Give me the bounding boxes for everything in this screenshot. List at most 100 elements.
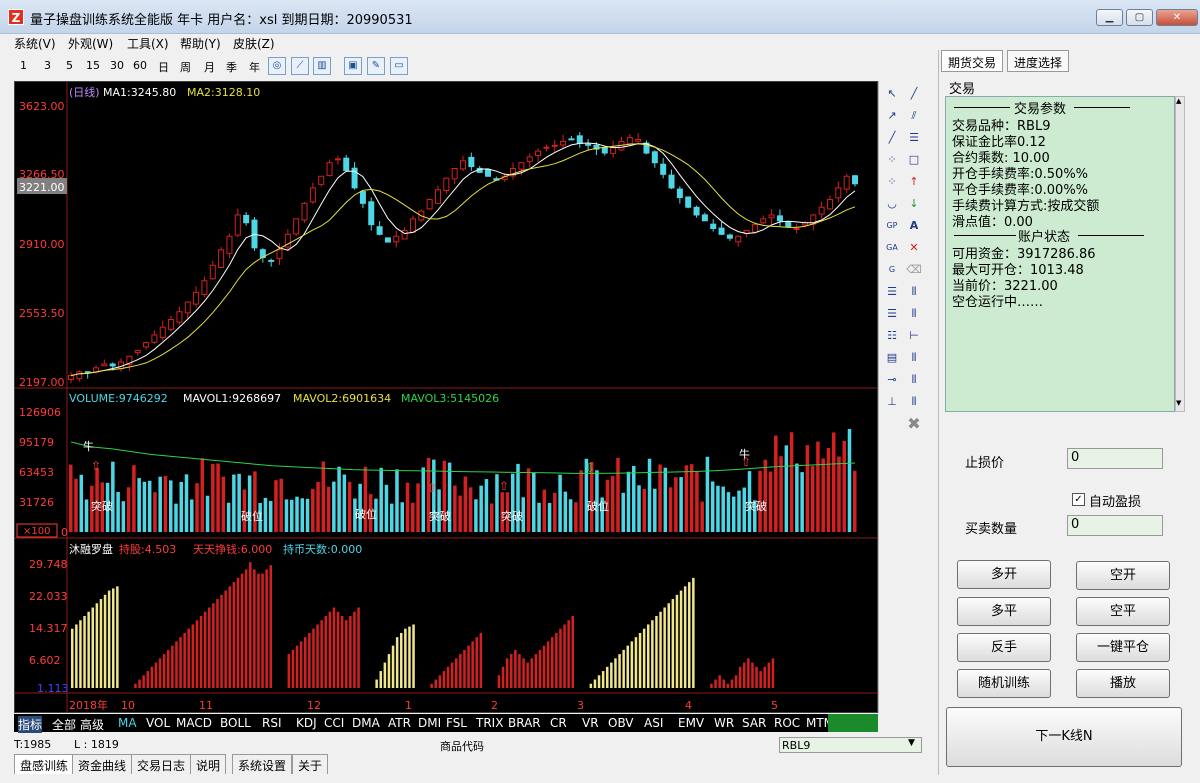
tab-training[interactable]: 盘感训练 bbox=[14, 754, 75, 774]
tab-help[interactable]: 说明 bbox=[190, 754, 227, 774]
bars3-tool-icon[interactable]: ⦀ bbox=[905, 393, 923, 411]
tab-futures-trading[interactable]: 期货交易 bbox=[941, 50, 1004, 72]
indicator-tab-wr[interactable]: WR bbox=[714, 716, 734, 730]
arc-tool-icon[interactable]: ◡ bbox=[883, 195, 901, 213]
fib-tool-icon[interactable]: ☰ bbox=[883, 283, 901, 301]
close-long-button[interactable]: 多平 bbox=[957, 597, 1051, 626]
clear-drawings-icon[interactable]: ✖ bbox=[905, 415, 923, 433]
text-tool-icon[interactable]: A bbox=[905, 217, 923, 235]
indicator-tab-vr[interactable]: VR bbox=[582, 716, 599, 730]
menu-system[interactable]: 系统(V) bbox=[14, 35, 56, 52]
wave-tool-icon[interactable]: ⊢ bbox=[905, 327, 923, 345]
indicator-tab-rsi[interactable]: RSI bbox=[262, 716, 282, 730]
gp-tool-icon[interactable]: GP bbox=[883, 217, 901, 235]
parallel-tool-icon[interactable]: ⫽ bbox=[905, 107, 923, 125]
cycle-tool-icon[interactable]: ⦀ bbox=[905, 283, 923, 301]
indicator-tab-emv[interactable]: EMV bbox=[678, 716, 704, 730]
ray-tool-icon[interactable]: ↗ bbox=[883, 107, 901, 125]
up-arrow-tool-icon[interactable]: ↑ bbox=[905, 173, 923, 191]
code-select[interactable]: RBL9 ▼ bbox=[779, 737, 922, 753]
edit-icon[interactable]: ✎ bbox=[367, 57, 385, 75]
fan-tool-icon[interactable]: ☰ bbox=[905, 129, 923, 147]
period-1[interactable]: 1 bbox=[20, 59, 27, 72]
open-long-button[interactable]: 多开 bbox=[957, 560, 1051, 589]
segment-tool-icon[interactable]: ╱ bbox=[883, 129, 901, 147]
tab-trade-log[interactable]: 交易日志 bbox=[131, 754, 192, 774]
indicator-tab-dma[interactable]: DMA bbox=[352, 716, 380, 730]
indicator-tab-全部[interactable]: 全部 bbox=[52, 716, 76, 733]
trade-panel-scrollbar[interactable]: ▲ ▼ bbox=[1175, 96, 1185, 412]
dots-tool-icon[interactable]: ⁘ bbox=[883, 151, 901, 169]
open-folder-icon[interactable]: ▭ bbox=[390, 57, 408, 75]
minimize-button[interactable]: ▁ bbox=[1096, 9, 1123, 26]
period-5[interactable]: 5 bbox=[66, 59, 73, 72]
indicator-tab-fsl[interactable]: FSL bbox=[446, 716, 467, 730]
indicator-tab-dmi[interactable]: DMI bbox=[418, 716, 441, 730]
period-month[interactable]: 月 bbox=[204, 59, 215, 75]
g-tool-icon[interactable]: G bbox=[883, 261, 901, 279]
candle-chart-icon[interactable]: ▥ bbox=[313, 57, 331, 75]
scroll-down-icon[interactable]: ▼ bbox=[1176, 399, 1181, 407]
play-button[interactable]: 播放 bbox=[1076, 669, 1170, 698]
bars2-tool-icon[interactable]: ⦀ bbox=[905, 371, 923, 389]
random-training-button[interactable]: 随机训练 bbox=[957, 669, 1051, 698]
period-15[interactable]: 15 bbox=[86, 59, 100, 72]
indicator-tab-指标[interactable]: 指标 bbox=[18, 716, 43, 733]
indicator-tab-obv[interactable]: OBV bbox=[608, 716, 634, 730]
indicator-tab-kdj[interactable]: KDJ bbox=[296, 716, 317, 730]
maximize-button[interactable]: ▢ bbox=[1126, 9, 1153, 26]
quantity-input[interactable]: 0 bbox=[1067, 515, 1163, 536]
period-quarter[interactable]: 季 bbox=[226, 59, 237, 75]
close-button[interactable]: ✕ bbox=[1156, 9, 1198, 26]
delete-tool-icon[interactable]: ✕ bbox=[905, 239, 923, 257]
period-year[interactable]: 年 bbox=[249, 59, 260, 75]
indicator-tab-sar[interactable]: SAR bbox=[742, 716, 766, 730]
vline-tool-icon[interactable]: ⊥ bbox=[883, 393, 901, 411]
period-60[interactable]: 60 bbox=[133, 59, 147, 72]
close-all-button[interactable]: 一键平仓 bbox=[1076, 633, 1170, 662]
period-day[interactable]: 日 bbox=[158, 59, 169, 75]
line-tool-icon[interactable]: ╱ bbox=[905, 85, 923, 103]
chart-style-icon[interactable]: ◎ bbox=[268, 57, 286, 75]
tab-settings[interactable]: 系统设置 bbox=[232, 754, 293, 774]
stop-loss-input[interactable]: 0 bbox=[1067, 448, 1163, 469]
period-30[interactable]: 30 bbox=[110, 59, 124, 72]
menu-tools[interactable]: 工具(X) bbox=[127, 35, 169, 52]
pointer-icon[interactable]: ↖ bbox=[883, 85, 901, 103]
erase-tool-icon[interactable]: ⌫ bbox=[905, 261, 923, 279]
bars-tool-icon[interactable]: ⦀ bbox=[905, 349, 923, 367]
indicator-tab-asi[interactable]: ASI bbox=[644, 716, 663, 730]
indicator-tab-cci[interactable]: CCI bbox=[324, 716, 344, 730]
scroll-up-icon[interactable]: ▲ bbox=[1176, 97, 1181, 105]
reverse-button[interactable]: 反手 bbox=[957, 633, 1051, 662]
tab-progress[interactable]: 进度选择 bbox=[1007, 50, 1070, 72]
line-chart-icon[interactable]: ⟋ bbox=[291, 57, 309, 75]
indicator-tab-brar[interactable]: BRAR bbox=[508, 716, 541, 730]
close-short-button[interactable]: 空平 bbox=[1076, 597, 1170, 626]
ga-tool-icon[interactable]: GA bbox=[883, 239, 901, 257]
tab-about[interactable]: 关于 bbox=[292, 754, 329, 774]
grid-tool-icon[interactable]: ☷ bbox=[883, 327, 901, 345]
period-3[interactable]: 3 bbox=[44, 59, 51, 72]
indicator-tab-trix[interactable]: TRIX bbox=[476, 716, 503, 730]
cycle2-tool-icon[interactable]: ⦀ bbox=[905, 305, 923, 323]
channel-tool-icon[interactable]: ☰ bbox=[883, 305, 901, 323]
menu-skin[interactable]: 皮肤(Z) bbox=[233, 35, 275, 52]
hline-tool-icon[interactable]: ⊸ bbox=[883, 371, 901, 389]
indicator-tab-vol[interactable]: VOL bbox=[146, 716, 170, 730]
indicator-tab-roc[interactable]: ROC bbox=[774, 716, 800, 730]
menu-help[interactable]: 帮助(Y) bbox=[180, 35, 221, 52]
indicator-tab-高级[interactable]: 高级 bbox=[80, 716, 104, 733]
rect-tool-icon[interactable]: □ bbox=[905, 151, 923, 169]
menu-appearance[interactable]: 外观(W) bbox=[68, 35, 113, 52]
kline-chart[interactable]: 3623.00 3266.50 3221.00 2910.00 2553.50 … bbox=[14, 81, 878, 713]
indicator-tab-atr[interactable]: ATR bbox=[388, 716, 411, 730]
indicator-tab-ma[interactable]: MA bbox=[118, 716, 137, 730]
indicator-tab-cr[interactable]: CR bbox=[550, 716, 567, 730]
indicator-tab-boll[interactable]: BOLL bbox=[220, 716, 251, 730]
period-week[interactable]: 周 bbox=[180, 59, 191, 75]
indicator-tab-macd[interactable]: MACD bbox=[176, 716, 212, 730]
dots2-tool-icon[interactable]: ⁘ bbox=[883, 173, 901, 191]
next-candle-button[interactable]: 下一K线N bbox=[946, 707, 1182, 767]
tab-equity-curve[interactable]: 资金曲线 bbox=[72, 754, 133, 774]
